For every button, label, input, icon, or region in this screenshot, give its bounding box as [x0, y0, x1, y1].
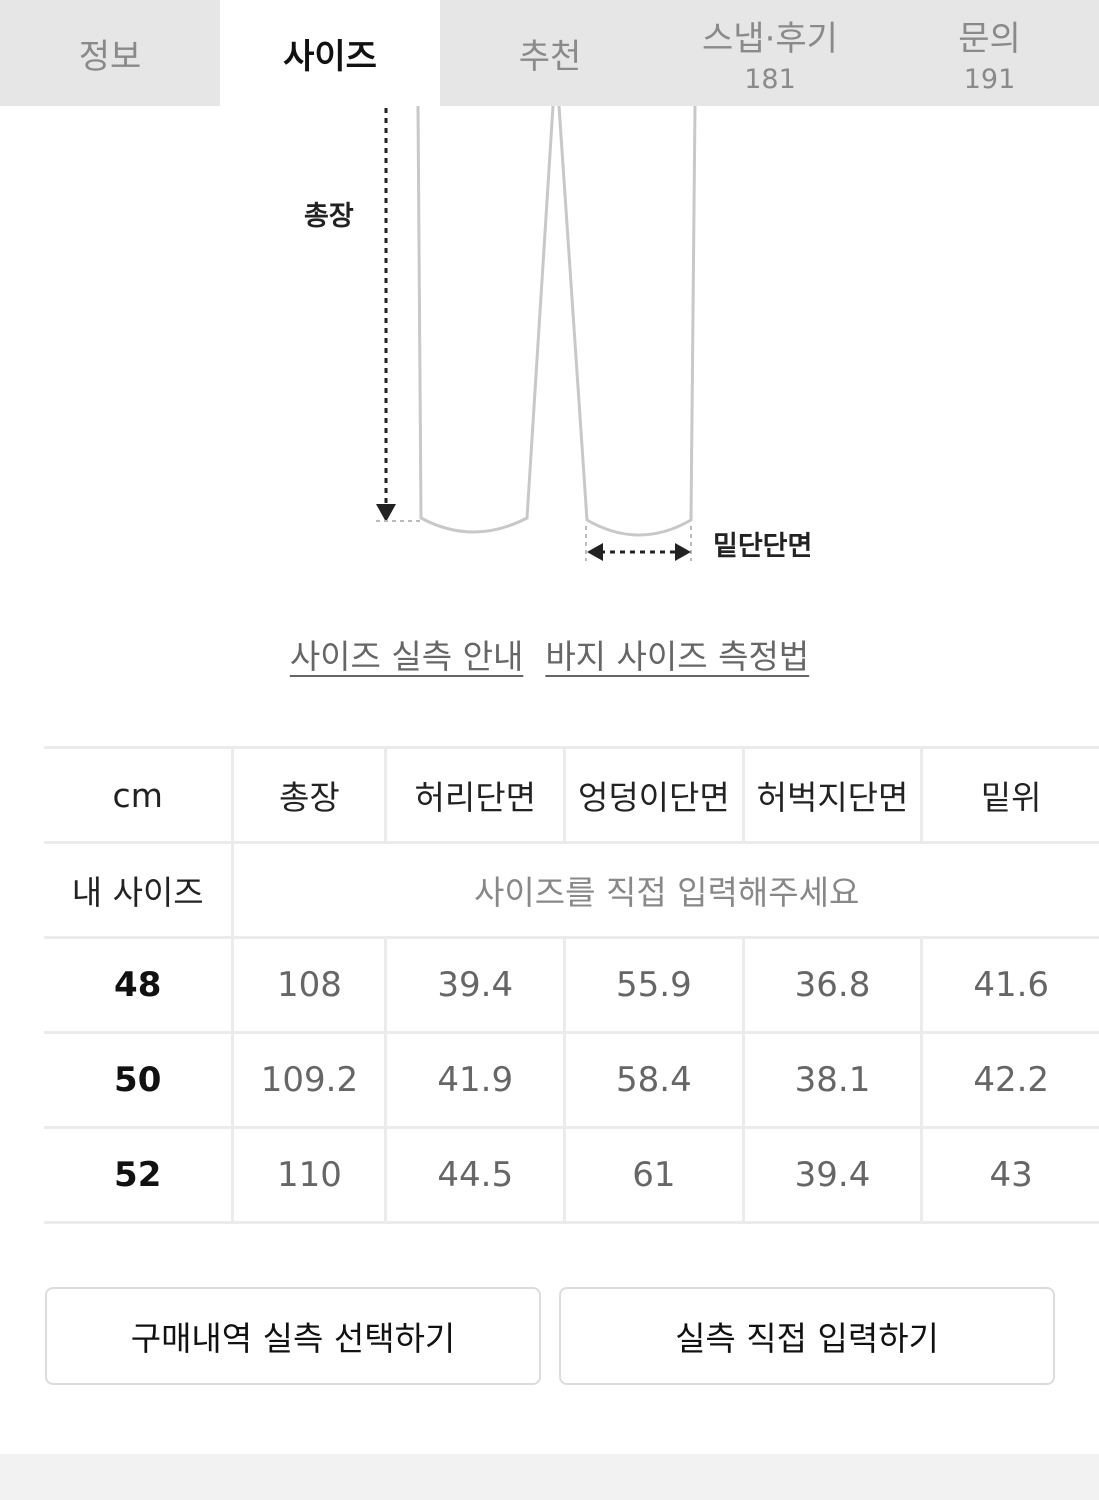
column-header: 허벅지단면 [741, 746, 921, 841]
tab-label: 사이즈 [283, 36, 377, 77]
table-cell: 36.8 [741, 936, 921, 1031]
table-row: 50 109.2 41.9 58.4 38.1 42.2 [44, 1031, 1099, 1126]
table-cell: 108 [231, 936, 385, 1031]
tab-label: 정보 [78, 36, 142, 77]
length-label: 총장 [304, 201, 354, 232]
button-label: 실측 직접 입력하기 [675, 1319, 939, 1358]
tab-label: 추천 [518, 36, 582, 77]
size-label: 48 [44, 936, 232, 1031]
table-cell: 42.2 [920, 1031, 1099, 1126]
tab-inquiry[interactable]: 문의 191 [880, 0, 1099, 106]
size-label: 50 [44, 1031, 232, 1126]
size-table: cm 총장 허리단면 엉덩이단면 허벅지단면 밑위 내 사이즈 사이즈를 직접 … [44, 746, 1099, 1224]
tab-size[interactable]: 사이즈 [220, 0, 440, 106]
table-cell: 55.9 [563, 936, 742, 1031]
tab-bar: 정보 사이즈 추천 스냅·후기 181 문의 191 [0, 0, 1099, 106]
purchase-history-measure-button[interactable]: 구매내역 실측 선택하기 [45, 1287, 541, 1385]
table-cell: 41.9 [384, 1031, 564, 1126]
my-size-input[interactable]: 사이즈를 직접 입력해주세요 [231, 841, 1099, 936]
table-cell: 43 [920, 1126, 1099, 1224]
footer-divider [0, 1454, 1099, 1500]
table-row: 52 110 44.5 61 39.4 43 [44, 1126, 1099, 1224]
table-cell: 109.2 [231, 1031, 385, 1126]
hem-label: 밑단단면 [713, 531, 813, 562]
column-header: 엉덩이단면 [563, 746, 742, 841]
table-cell: 41.6 [920, 936, 1099, 1031]
unit-header: cm [44, 746, 232, 841]
tab-count: 191 [963, 64, 1016, 95]
manual-measure-input-button[interactable]: 실측 직접 입력하기 [559, 1287, 1055, 1385]
table-cell: 110 [231, 1126, 385, 1224]
size-diagram: 총장 밑단단면 [0, 106, 1099, 606]
column-header: 밑위 [920, 746, 1099, 841]
table-cell: 61 [563, 1126, 742, 1224]
button-label: 구매내역 실측 선택하기 [130, 1319, 456, 1358]
table-header-row: cm 총장 허리단면 엉덩이단면 허벅지단면 밑위 [44, 746, 1099, 841]
table-cell: 58.4 [563, 1031, 742, 1126]
table-cell: 38.1 [741, 1031, 921, 1126]
table-cell: 39.4 [741, 1126, 921, 1224]
table-cell: 39.4 [384, 936, 564, 1031]
tab-label: 스냅·후기 [702, 19, 838, 59]
tab-snap-review[interactable]: 스냅·후기 181 [660, 0, 880, 106]
table-cell: 44.5 [384, 1126, 564, 1224]
column-header: 허리단면 [384, 746, 564, 841]
pants-illustration [376, 106, 697, 561]
size-guide-links: 사이즈 실측 안내 바지 사이즈 측정법 [0, 630, 1099, 678]
tab-count: 181 [744, 64, 796, 95]
pants-measure-link[interactable]: 바지 사이즈 측정법 [545, 630, 809, 678]
my-size-row: 내 사이즈 사이즈를 직접 입력해주세요 [44, 841, 1099, 936]
tab-recommend[interactable]: 추천 [440, 0, 660, 106]
tab-label: 문의 [958, 19, 1021, 59]
my-size-label: 내 사이즈 [44, 841, 232, 936]
table-row: 48 108 39.4 55.9 36.8 41.6 [44, 936, 1099, 1031]
size-label: 52 [44, 1126, 232, 1224]
column-header: 총장 [231, 746, 385, 841]
tab-info[interactable]: 정보 [0, 0, 220, 106]
size-guide-link[interactable]: 사이즈 실측 안내 [290, 630, 524, 678]
